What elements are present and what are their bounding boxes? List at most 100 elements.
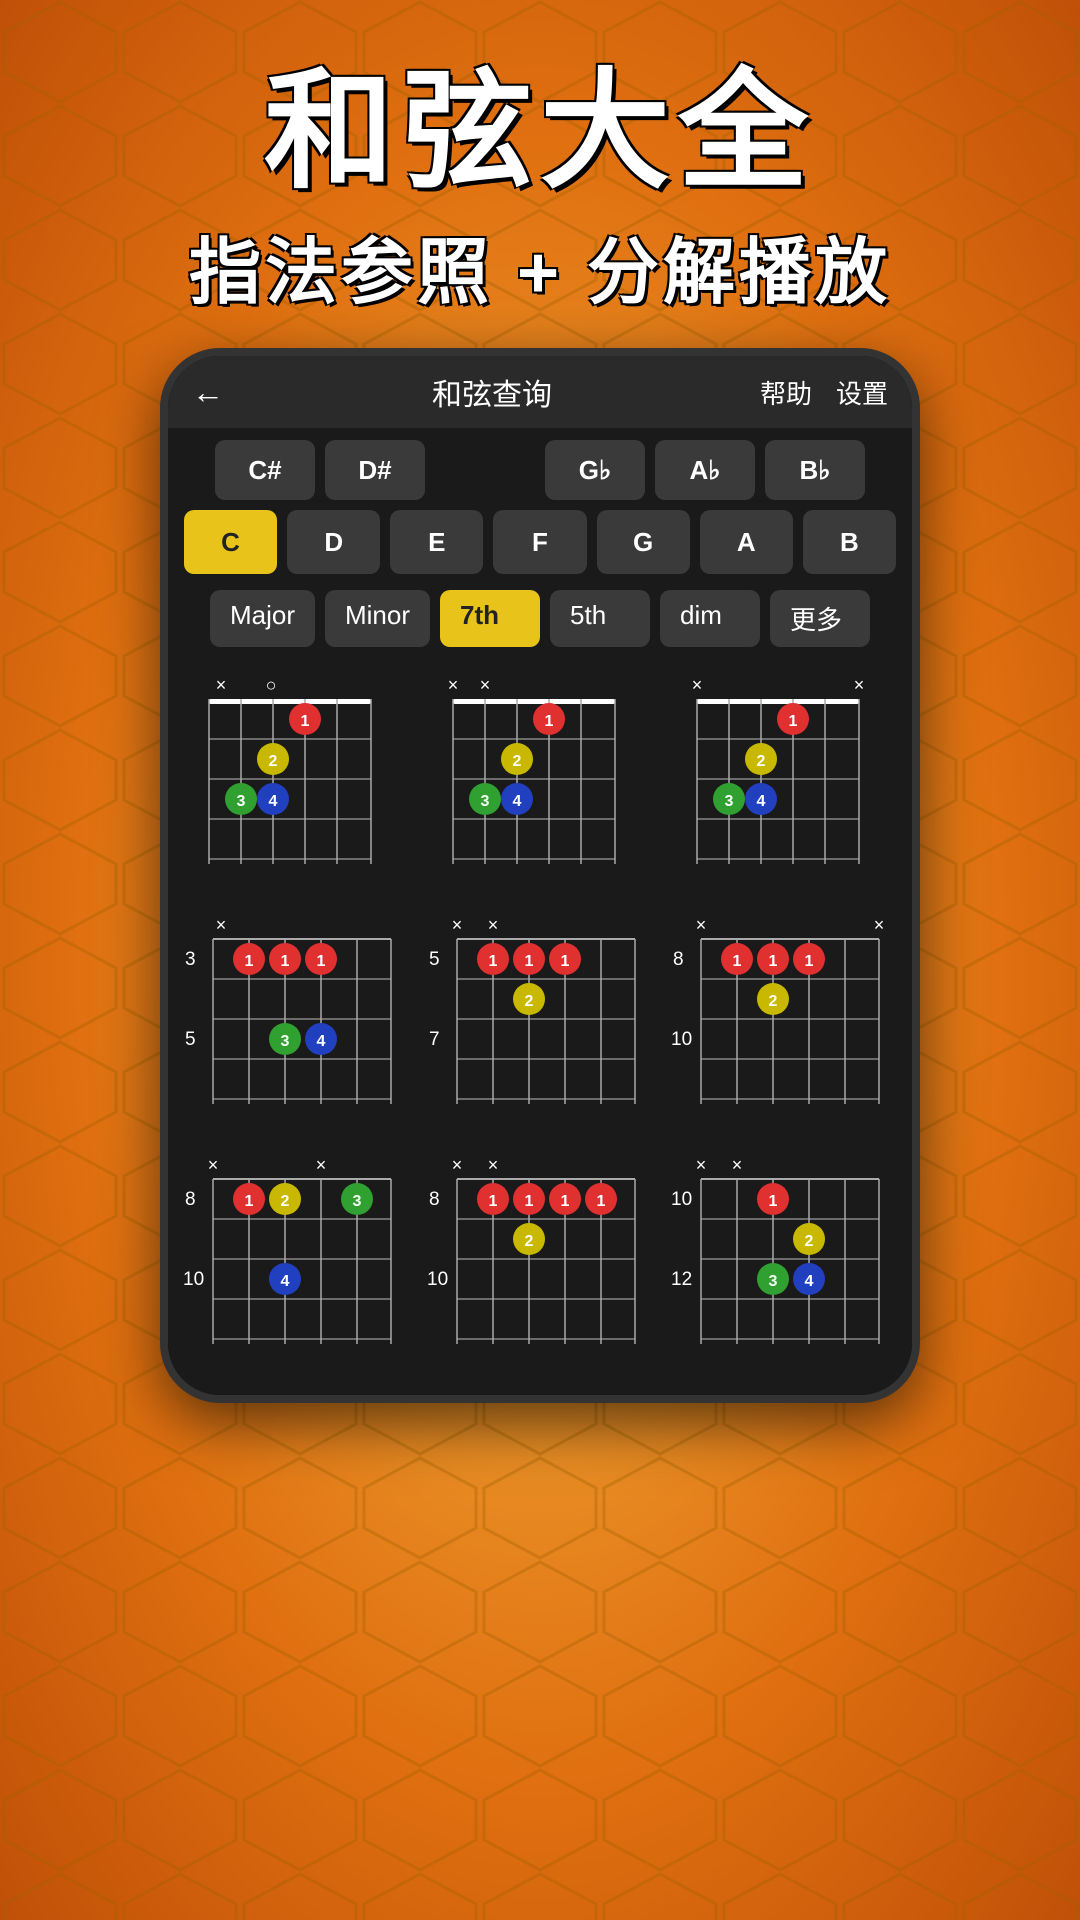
- svg-text:4: 4: [513, 793, 522, 810]
- key-c[interactable]: C: [184, 510, 277, 574]
- natural-key-row: C D E F G A B: [168, 506, 912, 582]
- svg-text:8: 8: [185, 1189, 196, 1210]
- svg-text:×: ×: [452, 915, 463, 935]
- chord-diagram-4[interactable]: × 3 5: [181, 909, 411, 1139]
- type-5th[interactable]: 5th: [550, 590, 650, 647]
- header-title: 和弦查询: [240, 370, 744, 414]
- svg-text:1: 1: [769, 1193, 778, 1210]
- svg-text:×: ×: [208, 1155, 219, 1175]
- help-button[interactable]: 帮助: [760, 374, 812, 411]
- svg-text:3: 3: [185, 949, 196, 970]
- back-button[interactable]: ←: [192, 374, 224, 411]
- svg-text:3: 3: [281, 1033, 290, 1050]
- title-area: 和弦大全 指法参照 + 分解播放: [0, 0, 1080, 348]
- svg-text:×: ×: [316, 1155, 327, 1175]
- header-actions: 帮助 设置: [760, 374, 888, 411]
- sharp-flat-key-row: C# D# G♭ A♭ B♭: [168, 428, 912, 506]
- svg-text:×: ×: [216, 915, 227, 935]
- svg-text:2: 2: [525, 1233, 534, 1250]
- svg-text:3: 3: [725, 793, 734, 810]
- chord-diagram-6[interactable]: × × 8 10: [669, 909, 899, 1139]
- phone-frame: ← 和弦查询 帮助 设置 C# D# G♭ A♭ B♭ C D E F G A …: [160, 348, 920, 1403]
- svg-text:×: ×: [854, 675, 865, 695]
- svg-text:2: 2: [269, 753, 278, 770]
- svg-text:1: 1: [789, 713, 798, 730]
- svg-text:4: 4: [805, 1273, 814, 1290]
- key-f[interactable]: F: [493, 510, 586, 574]
- svg-text:8: 8: [429, 1189, 440, 1210]
- svg-text:×: ×: [452, 1155, 463, 1175]
- key-g-flat[interactable]: G♭: [545, 440, 645, 500]
- svg-text:×: ×: [692, 675, 703, 695]
- svg-text:8: 8: [673, 949, 684, 970]
- phone-screen: ← 和弦查询 帮助 设置 C# D# G♭ A♭ B♭ C D E F G A …: [168, 356, 912, 1395]
- svg-text:×: ×: [874, 915, 885, 935]
- sub-title: 指法参照 + 分解播放: [0, 213, 1080, 318]
- type-7th[interactable]: 7th: [440, 590, 540, 647]
- svg-text:12: 12: [671, 1269, 692, 1290]
- svg-text:10: 10: [671, 1189, 692, 1210]
- svg-text:3: 3: [481, 793, 490, 810]
- type-dim[interactable]: dim: [660, 590, 760, 647]
- svg-text:1: 1: [597, 1193, 606, 1210]
- svg-text:1: 1: [301, 713, 310, 730]
- svg-text:2: 2: [281, 1193, 290, 1210]
- chord-diagram-7[interactable]: × × 8 10: [181, 1149, 411, 1379]
- svg-text:×: ×: [488, 1155, 499, 1175]
- svg-text:2: 2: [525, 993, 534, 1010]
- chord-diagram-3[interactable]: × × 1: [679, 669, 889, 899]
- svg-text:1: 1: [489, 1193, 498, 1210]
- svg-text:2: 2: [513, 753, 522, 770]
- svg-text:5: 5: [185, 1029, 196, 1050]
- type-minor[interactable]: Minor: [325, 590, 430, 647]
- chord-diagram-8[interactable]: × × 8 10: [425, 1149, 655, 1379]
- key-a-flat[interactable]: A♭: [655, 440, 755, 500]
- svg-text:4: 4: [757, 793, 766, 810]
- svg-text:×: ×: [696, 1155, 707, 1175]
- key-b-flat[interactable]: B♭: [765, 440, 865, 500]
- chord-diagram-9[interactable]: × × 10 12: [669, 1149, 899, 1379]
- settings-button[interactable]: 设置: [836, 374, 888, 411]
- svg-text:○: ○: [266, 675, 277, 695]
- app-header: ← 和弦查询 帮助 设置: [168, 356, 912, 428]
- key-e[interactable]: E: [390, 510, 483, 574]
- svg-text:1: 1: [245, 953, 254, 970]
- svg-text:1: 1: [805, 953, 814, 970]
- chord-type-row: Major Minor 7th 5th dim 更多: [168, 582, 912, 659]
- type-major[interactable]: Major: [210, 590, 315, 647]
- svg-text:×: ×: [488, 915, 499, 935]
- svg-text:1: 1: [561, 953, 570, 970]
- chord-diagram-5[interactable]: × × 5 7: [425, 909, 655, 1139]
- svg-text:×: ×: [696, 915, 707, 935]
- svg-text:10: 10: [427, 1269, 448, 1290]
- svg-text:2: 2: [769, 993, 778, 1010]
- svg-text:1: 1: [769, 953, 778, 970]
- key-b[interactable]: B: [803, 510, 896, 574]
- svg-text:2: 2: [805, 1233, 814, 1250]
- svg-text:1: 1: [281, 953, 290, 970]
- type-more[interactable]: 更多: [770, 590, 870, 647]
- svg-text:1: 1: [525, 1193, 534, 1210]
- main-title: 和弦大全: [0, 60, 1080, 203]
- svg-text:×: ×: [732, 1155, 743, 1175]
- key-d[interactable]: D: [287, 510, 380, 574]
- key-c-sharp[interactable]: C#: [215, 440, 315, 500]
- svg-text:1: 1: [561, 1193, 570, 1210]
- svg-text:3: 3: [237, 793, 246, 810]
- svg-text:7: 7: [429, 1029, 440, 1050]
- chord-diagram-2[interactable]: × × 1: [435, 669, 645, 899]
- key-d-sharp[interactable]: D#: [325, 440, 425, 500]
- svg-text:×: ×: [216, 675, 227, 695]
- svg-text:5: 5: [429, 949, 440, 970]
- svg-text:1: 1: [489, 953, 498, 970]
- chord-diagram-1[interactable]: × ○: [191, 669, 401, 899]
- key-a[interactable]: A: [700, 510, 793, 574]
- svg-text:1: 1: [317, 953, 326, 970]
- svg-text:1: 1: [545, 713, 554, 730]
- svg-text:1: 1: [733, 953, 742, 970]
- svg-text:×: ×: [448, 675, 459, 695]
- svg-text:1: 1: [525, 953, 534, 970]
- key-g[interactable]: G: [597, 510, 690, 574]
- svg-text:4: 4: [281, 1273, 290, 1290]
- svg-text:3: 3: [769, 1273, 778, 1290]
